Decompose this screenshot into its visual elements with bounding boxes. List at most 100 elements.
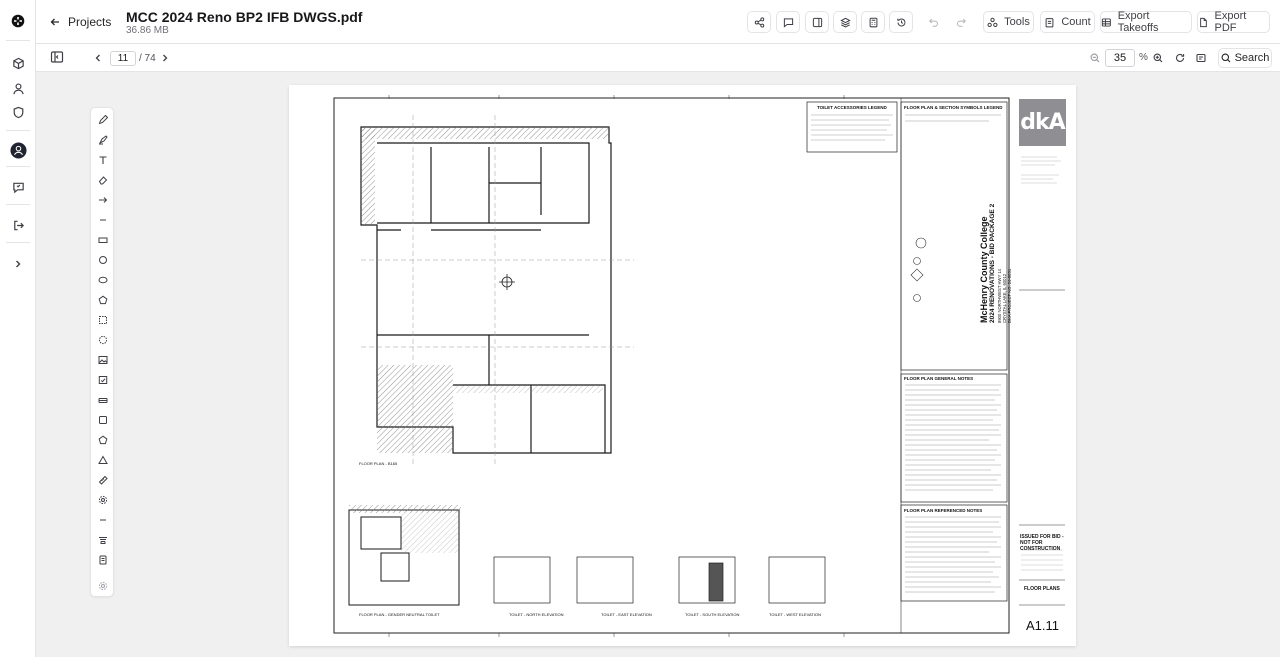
view-label-west-elevation: TOILET - WEST ELEVATION (769, 612, 821, 617)
tools-button[interactable]: Tools (983, 11, 1034, 33)
hatch-icon[interactable] (95, 392, 111, 408)
eraser-icon[interactable] (95, 172, 111, 188)
drawing-sheet[interactable]: dkA TOILET ACCESSORIES LEGEND FLOOR PLAN… (289, 85, 1076, 646)
sheet-number: A1.11 (1026, 618, 1060, 633)
export-pdf-button[interactable]: Export PDF (1197, 10, 1270, 34)
zoom-unit: % (1139, 52, 1148, 63)
area-polygon-icon[interactable] (95, 432, 111, 448)
table-icon (1101, 17, 1111, 27)
pencil-icon[interactable] (95, 112, 111, 128)
view-label-south-elevation: TOILET - SOUTH ELEVATION (685, 612, 740, 617)
viewer-toolbar: 11 / 74 35 % Search (36, 44, 1280, 72)
rail-divider (6, 130, 30, 131)
file-icon (1200, 17, 1207, 27)
tools-label: Tools (1004, 16, 1030, 28)
panel-toggle-icon[interactable] (50, 50, 66, 66)
triangle-icon[interactable] (95, 452, 111, 468)
layers-icon (839, 17, 851, 28)
calculator-icon (869, 17, 877, 27)
rectangle-icon[interactable] (95, 232, 111, 248)
back-to-projects-link[interactable]: Projects (50, 12, 111, 32)
area-rectangle-icon[interactable] (95, 412, 111, 428)
arrow-icon[interactable] (95, 192, 111, 208)
zoom-in-icon (1153, 53, 1163, 63)
image-icon[interactable] (95, 352, 111, 368)
ellipse-icon[interactable] (95, 272, 111, 288)
rotate-icon (1176, 53, 1185, 62)
history-icon (896, 18, 905, 26)
page-number-input[interactable]: 11 (110, 51, 136, 66)
document-size: 36.86 MB (126, 25, 169, 36)
rail-divider (6, 40, 30, 41)
layers-button[interactable] (833, 11, 857, 33)
undo-icon (928, 18, 938, 27)
clipboard-icon (1045, 17, 1054, 27)
project-name: McHenry County College (979, 216, 989, 323)
stamp-icon[interactable] (95, 372, 111, 388)
chat-icon[interactable] (8, 177, 28, 197)
history-button[interactable] (889, 11, 913, 33)
search-label: Search (1234, 52, 1270, 64)
share-button[interactable] (747, 11, 771, 33)
annotation-toolbar (90, 107, 114, 597)
general-notes-title: FLOOR PLAN GENERAL NOTES (904, 376, 974, 381)
view-label-north-elevation: TOILET - NORTH ELEVATION (509, 612, 564, 617)
calculator-button[interactable] (861, 11, 885, 33)
notes-icon[interactable] (95, 552, 111, 568)
count-label: Count (1061, 16, 1091, 28)
app-rail (0, 0, 36, 657)
chevron-right-icon (163, 54, 168, 62)
issue-status: ISSUED FOR BID - NOT FOR CONSTRUCTION (1020, 534, 1064, 552)
firm-logo: dkA (1019, 99, 1066, 146)
settings-icon[interactable] (95, 492, 111, 508)
cube-icon[interactable] (8, 53, 28, 73)
zoom-input[interactable]: 35 (1105, 49, 1135, 67)
back-label: Projects (68, 15, 112, 29)
tools-icon (987, 17, 998, 27)
previous-page-button[interactable] (92, 48, 104, 68)
user-icon[interactable] (8, 78, 28, 98)
view-label-gender-neutral: FLOOR PLAN - GENDER NEUTRAL TOILET (359, 612, 440, 617)
shield-icon[interactable] (8, 102, 28, 122)
palette-settings-icon[interactable] (95, 578, 111, 594)
stack-icon[interactable] (95, 532, 111, 548)
circle-icon[interactable] (95, 252, 111, 268)
rotate-button[interactable] (1173, 48, 1187, 68)
highlighter-icon[interactable] (95, 132, 111, 148)
sidebar-icon (812, 17, 822, 27)
symbols-legend-title: FLOOR PLAN & SECTION SYMBOLS LEGEND (904, 105, 1003, 110)
dashed-rectangle-icon[interactable] (95, 312, 111, 328)
divider-line-icon[interactable] (95, 512, 111, 528)
document-header: Projects MCC 2024 Reno BP2 IFB DWGS.pdf … (36, 0, 1280, 44)
redo-button[interactable] (949, 11, 973, 33)
search-button[interactable]: Search (1218, 48, 1272, 68)
drawing-linework (333, 95, 1065, 637)
comment-button[interactable] (776, 11, 800, 33)
referenced-notes-title: FLOOR PLAN REFERENCED NOTES (904, 508, 983, 513)
count-button[interactable]: Count (1040, 11, 1095, 33)
logout-icon[interactable] (8, 215, 28, 235)
measure-icon[interactable] (95, 472, 111, 488)
zoom-out-button[interactable] (1088, 48, 1102, 68)
project-number: DKA PROJECT NO. 24-0031 (1007, 268, 1012, 323)
project-name-block: McHenry County College 2024 RENOVATIONS … (979, 173, 1012, 323)
polygon-icon[interactable] (95, 292, 111, 308)
app-logo-icon[interactable] (8, 11, 28, 31)
undo-button[interactable] (921, 11, 945, 33)
zoom-in-button[interactable] (1151, 48, 1165, 68)
fit-page-button[interactable] (1194, 48, 1208, 68)
avatar[interactable] (8, 140, 28, 160)
sidebar-button[interactable] (805, 11, 829, 33)
search-icon (1221, 53, 1230, 63)
export-takeoffs-button[interactable]: Export Takeoffs (1100, 10, 1192, 34)
text-icon[interactable] (95, 152, 111, 168)
chevron-right-icon[interactable] (8, 254, 28, 274)
export-takeoffs-label: Export Takeoffs (1117, 10, 1159, 34)
share-icon (754, 16, 764, 28)
next-page-button[interactable] (159, 48, 171, 68)
rail-divider (6, 166, 30, 167)
dashed-circle-icon[interactable] (95, 332, 111, 348)
rail-divider (6, 242, 30, 243)
line-icon[interactable] (95, 212, 111, 228)
project-package: 2024 RENOVATIONS - BID PACKAGE 2 (989, 203, 996, 323)
